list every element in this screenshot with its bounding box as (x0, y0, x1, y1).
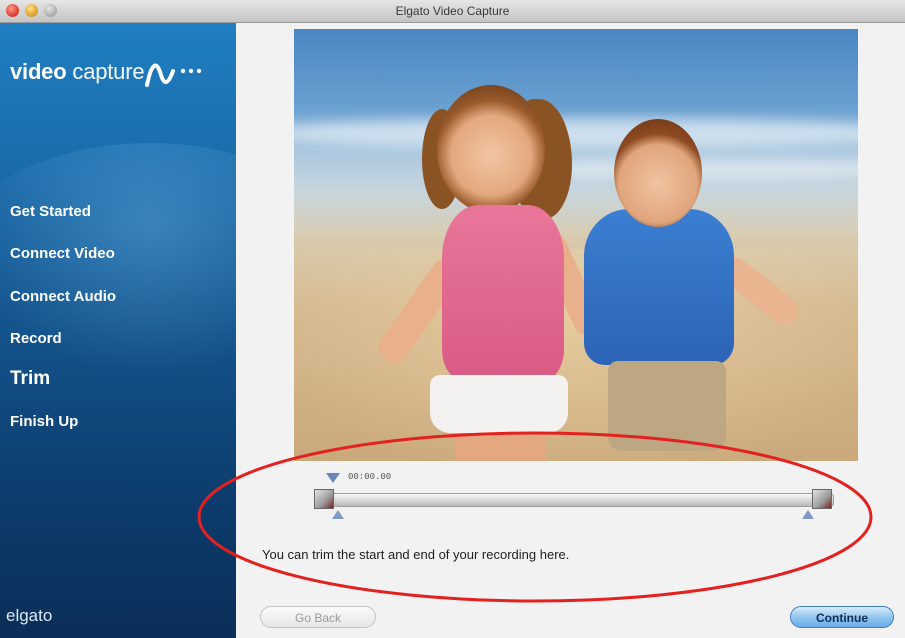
trim-end-marker-icon[interactable] (802, 510, 814, 519)
sidebar-step-record[interactable]: Record (10, 330, 62, 347)
app-window: Elgato Video Capture video capture Get S… (0, 0, 905, 638)
girl-head (437, 85, 545, 213)
sidebar: video capture Get Started Connect Video … (0, 23, 236, 638)
boy-blue-shirt (584, 209, 734, 365)
sidebar-step-connect-audio[interactable]: Connect Audio (10, 288, 116, 305)
trim-start-handle[interactable] (314, 489, 334, 509)
trim-control: 00:00.00 (306, 469, 844, 529)
elgato-logo: elgato (6, 606, 53, 625)
playhead-icon[interactable] (326, 473, 340, 483)
trim-start-marker-icon[interactable] (332, 510, 344, 519)
brand-bold-text: video (10, 59, 67, 84)
video-preview[interactable] (294, 29, 858, 461)
continue-button[interactable]: Continue (790, 606, 894, 628)
window-title: Elgato Video Capture (395, 4, 510, 18)
trim-track[interactable] (318, 493, 834, 507)
trim-hint-text: You can trim the start and end of your r… (262, 547, 570, 562)
brand-wordmark: video capture (10, 59, 145, 85)
sidebar-step-connect-video[interactable]: Connect Video (10, 245, 115, 262)
girl-pink-top (442, 205, 564, 381)
sidebar-step-finish-up[interactable]: Finish Up (10, 413, 78, 430)
wave-logo-icon (145, 63, 202, 87)
sidebar-step-trim[interactable]: Trim (10, 368, 50, 390)
go-back-button[interactable]: Go Back (260, 606, 376, 628)
sidebar-gloss (0, 143, 236, 403)
girl-shorts (430, 375, 568, 433)
boy-shorts (608, 361, 726, 451)
trim-timecode: 00:00.00 (348, 472, 392, 482)
trim-end-handle[interactable] (812, 489, 832, 509)
brand-light-text: capture (72, 59, 145, 84)
title-bar: Elgato Video Capture (0, 0, 905, 23)
boy-head (614, 119, 702, 227)
sidebar-step-get-started[interactable]: Get Started (10, 203, 91, 220)
main-content: 00:00.00 You can trim the start and end … (236, 23, 905, 638)
ocean-wave (294, 119, 858, 147)
